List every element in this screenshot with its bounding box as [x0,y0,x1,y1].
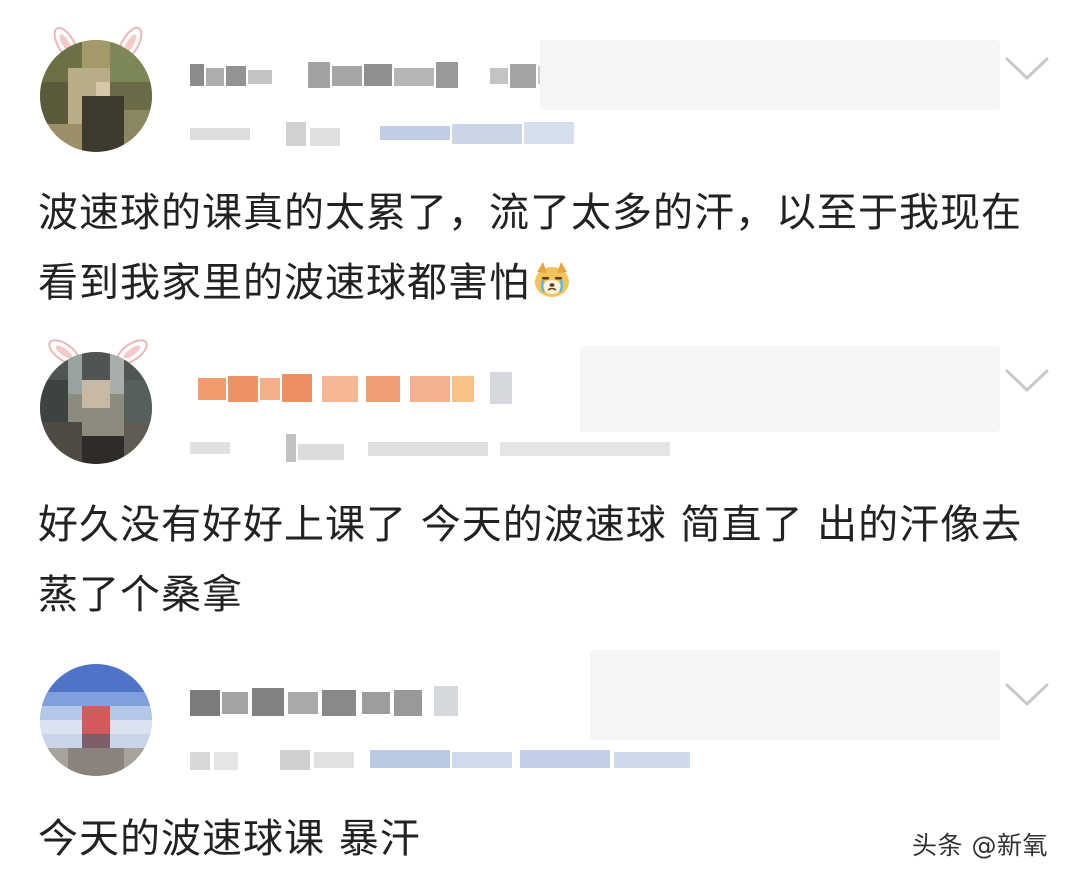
timestamp-device-redacted [190,750,690,770]
avatar-image [40,352,152,464]
avatar-image [40,40,152,152]
comment-text: 今天的波速球课 暴汗 [38,804,1048,874]
chevron-down-icon[interactable] [1004,682,1050,708]
username-redacted[interactable] [190,366,530,408]
chevron-down-icon[interactable] [1004,56,1050,82]
comment-text-content: 今天的波速球课 暴汗 [38,816,421,862]
watermark: 头条 @新氧 [912,831,1048,860]
username-redacted[interactable] [190,680,480,722]
name-background [540,40,1000,110]
name-background [580,346,1000,432]
avatar-container[interactable] [28,18,168,158]
avatar-image [40,664,152,776]
comment-text: 好久没有好好上课了 今天的波速球 简直了 出的汗像去蒸了个桑拿 [38,490,1048,630]
comment-text-content: 波速球的课真的太累了，流了太多的汗，以至于我现在看到我家里的波速球都害怕 [38,190,1022,306]
avatar[interactable] [40,352,152,464]
comment-text: 波速球的课真的太累了，流了太多的汗，以至于我现在看到我家里的波速球都害怕 [38,178,1048,318]
avatar[interactable] [40,40,152,152]
crying-dog-emoji-icon [535,262,569,297]
timestamp-device-redacted [190,122,574,146]
chevron-down-icon[interactable] [1004,368,1050,394]
name-background [590,650,1000,740]
avatar[interactable] [40,664,152,776]
avatar-container[interactable] [28,330,168,470]
timestamp-device-redacted [190,434,670,462]
username-redacted[interactable] [190,54,590,94]
comment-text-content: 好久没有好好上课了 今天的波速球 简直了 出的汗像去蒸了个桑拿 [38,502,1023,618]
avatar-container[interactable] [28,642,168,782]
